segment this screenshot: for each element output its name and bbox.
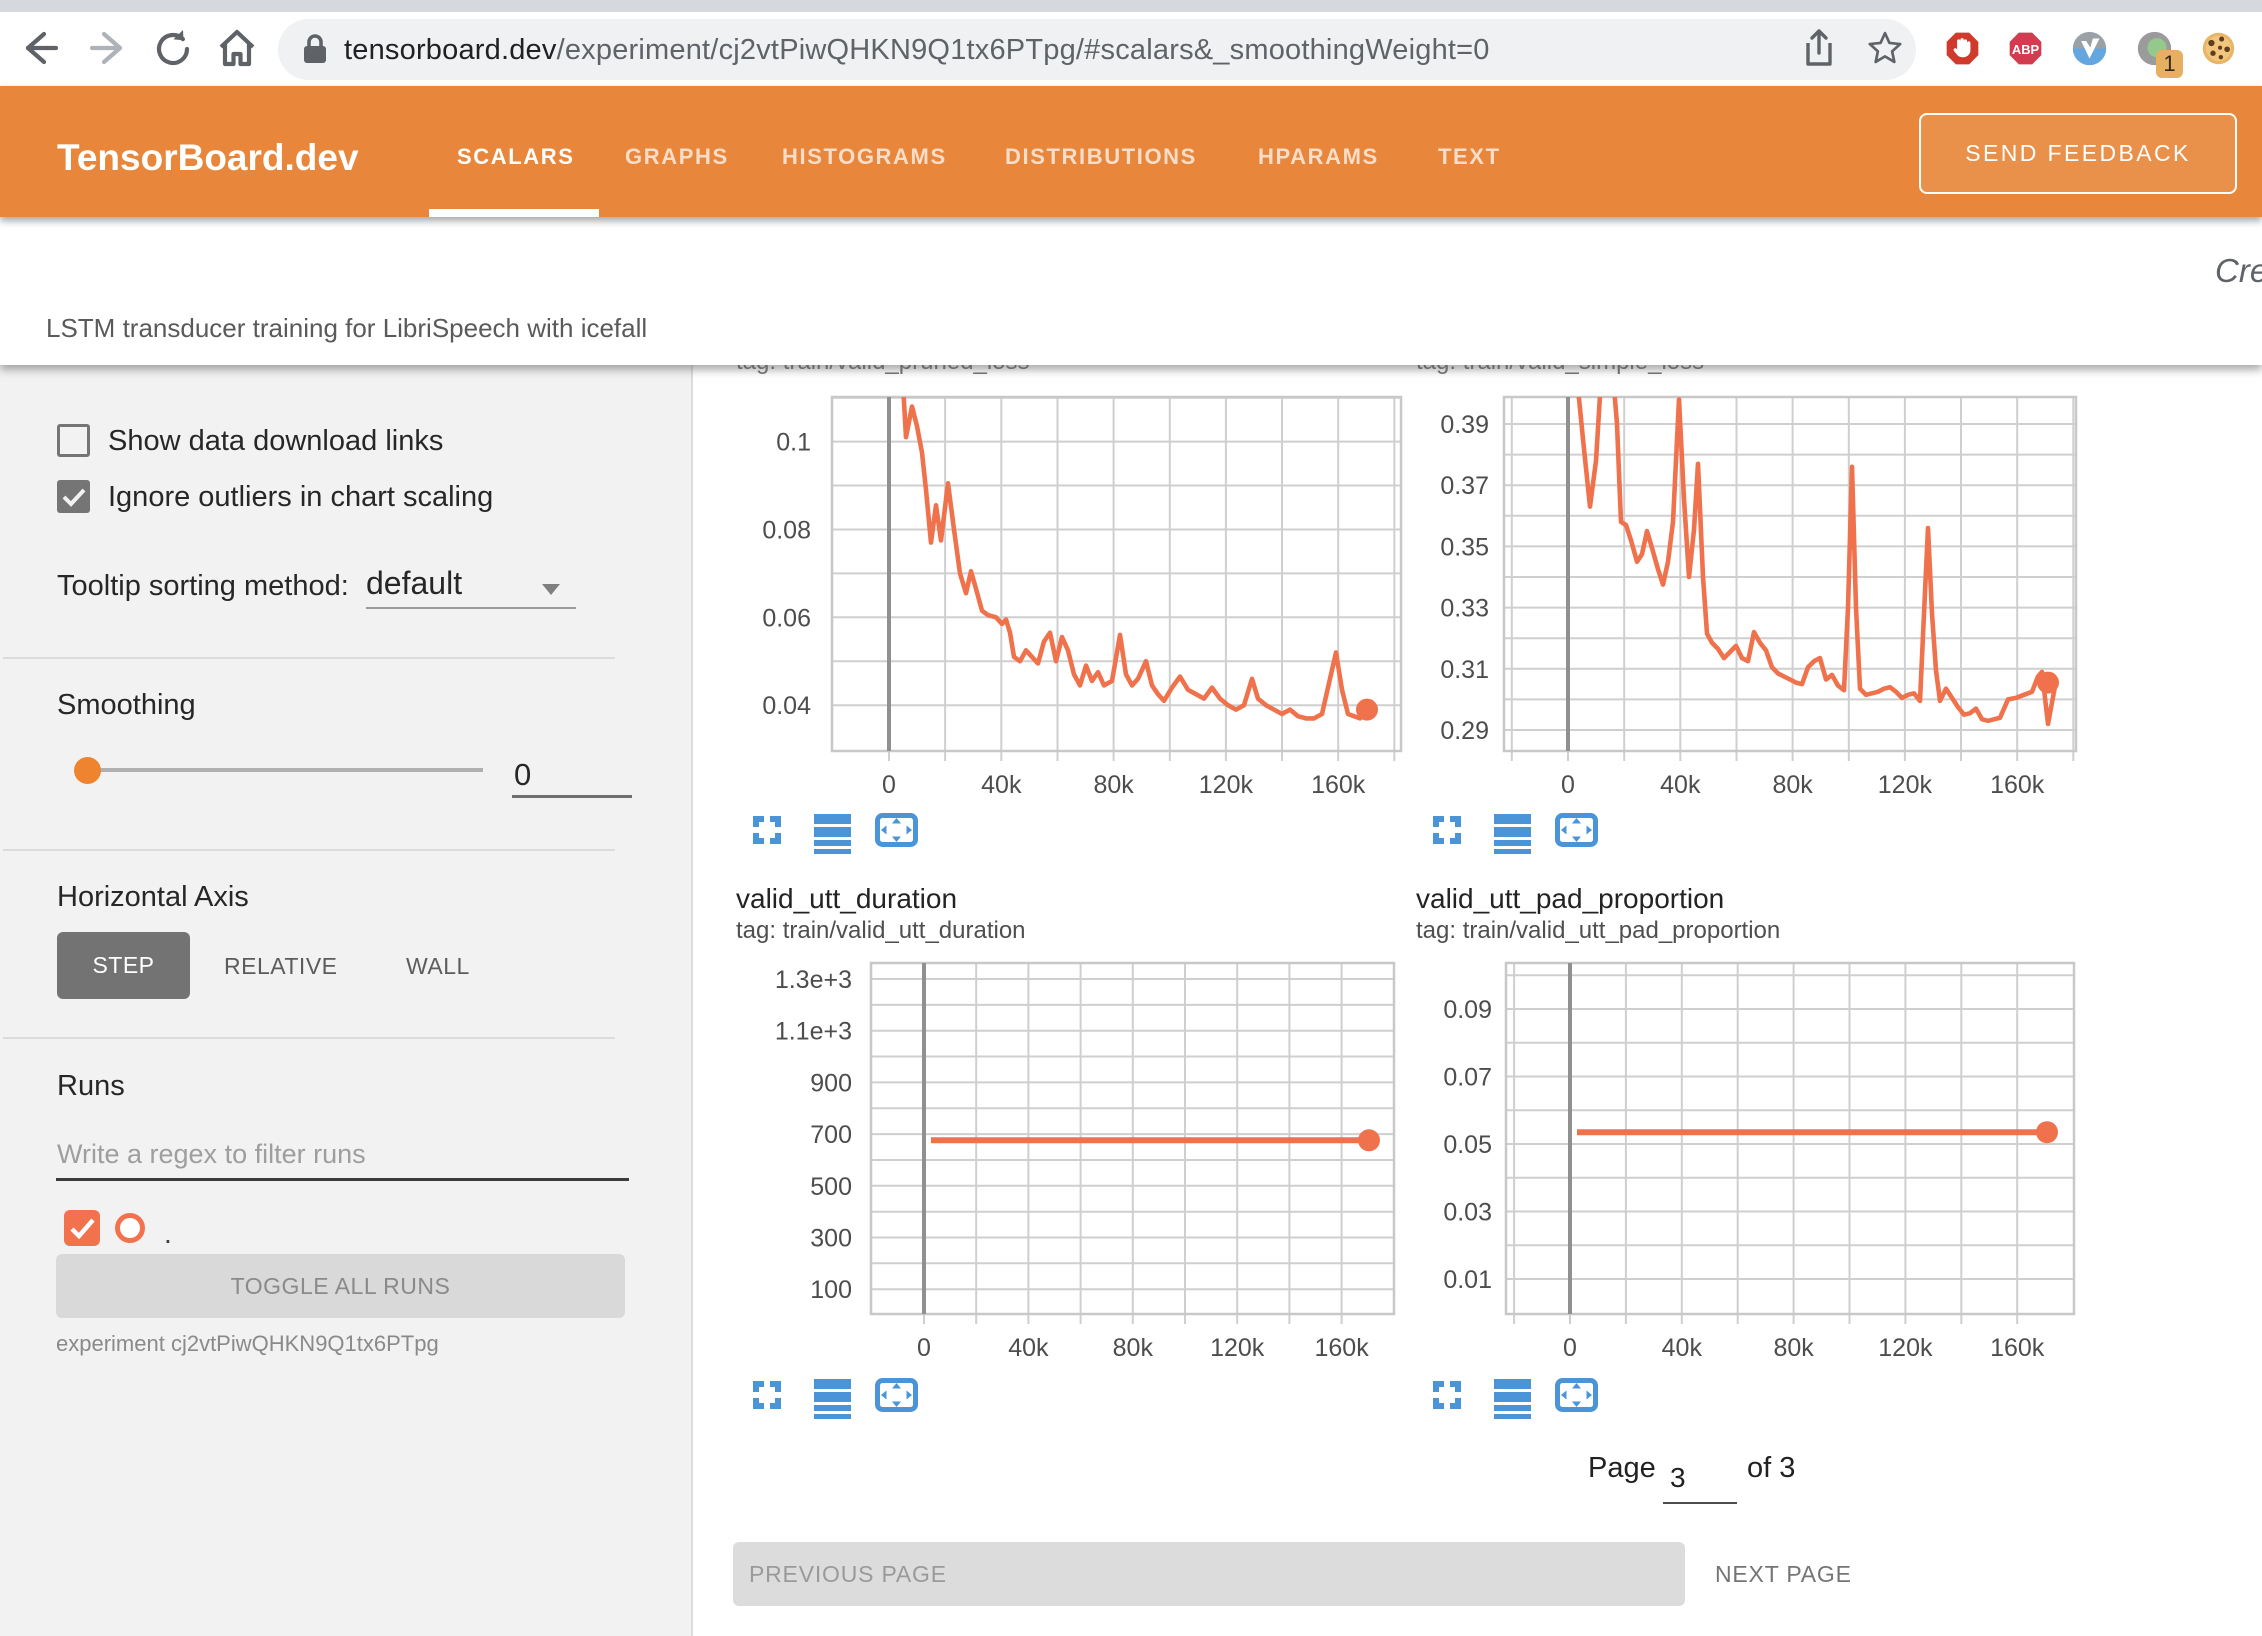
- svg-text:160k: 160k: [1311, 771, 1366, 799]
- svg-text:80k: 80k: [1772, 771, 1813, 799]
- svg-text:40k: 40k: [1008, 1334, 1049, 1362]
- svg-text:0.39: 0.39: [1440, 411, 1489, 439]
- svg-text:0.29: 0.29: [1440, 717, 1489, 745]
- svg-text:0.03: 0.03: [1443, 1199, 1492, 1227]
- svg-text:40k: 40k: [1660, 771, 1701, 799]
- svg-text:tag: train/valid_utt_duration: tag: train/valid_utt_duration: [736, 917, 1026, 944]
- svg-text:120k: 120k: [1199, 771, 1254, 799]
- svg-text:120k: 120k: [1878, 771, 1933, 799]
- svg-text:160k: 160k: [1990, 771, 2045, 799]
- svg-text:tag: train/valid_utt_pad_propo: tag: train/valid_utt_pad_proportion: [1416, 917, 1780, 944]
- svg-text:500: 500: [810, 1173, 852, 1201]
- svg-text:0: 0: [1563, 1334, 1577, 1362]
- svg-text:valid_utt_duration: valid_utt_duration: [736, 883, 957, 914]
- svg-text:ABP: ABP: [2012, 42, 2040, 57]
- svg-text:700: 700: [810, 1121, 852, 1149]
- svg-text:0: 0: [917, 1334, 931, 1362]
- svg-text:0.06: 0.06: [762, 604, 811, 632]
- svg-text:80k: 80k: [1773, 1334, 1814, 1362]
- svg-text:160k: 160k: [1314, 1334, 1369, 1362]
- svg-text:0.07: 0.07: [1443, 1064, 1492, 1092]
- svg-text:0.37: 0.37: [1440, 472, 1489, 500]
- svg-text:0: 0: [1561, 771, 1575, 799]
- svg-text:0: 0: [882, 771, 896, 799]
- svg-text:120k: 120k: [1210, 1334, 1265, 1362]
- svg-text:0.08: 0.08: [762, 517, 811, 545]
- svg-text:100: 100: [810, 1276, 852, 1304]
- svg-text:120k: 120k: [1878, 1334, 1933, 1362]
- svg-text:0.09: 0.09: [1443, 996, 1492, 1024]
- svg-text:0.31: 0.31: [1440, 656, 1489, 684]
- svg-text:80k: 80k: [1093, 771, 1134, 799]
- svg-text:1.3e+3: 1.3e+3: [775, 966, 852, 994]
- svg-text:0.1: 0.1: [776, 429, 811, 457]
- svg-text:80k: 80k: [1113, 1334, 1154, 1362]
- svg-text:40k: 40k: [1662, 1334, 1703, 1362]
- svg-text:40k: 40k: [981, 771, 1022, 799]
- svg-text:0.01: 0.01: [1443, 1266, 1492, 1294]
- svg-text:300: 300: [810, 1225, 852, 1253]
- svg-text:0.05: 0.05: [1443, 1131, 1492, 1159]
- svg-text:160k: 160k: [1990, 1334, 2045, 1362]
- svg-text:0.33: 0.33: [1440, 595, 1489, 623]
- svg-text:valid_utt_pad_proportion: valid_utt_pad_proportion: [1416, 883, 1724, 914]
- svg-text:0.35: 0.35: [1440, 533, 1489, 561]
- svg-text:900: 900: [810, 1069, 852, 1097]
- svg-text:0.04: 0.04: [762, 692, 811, 720]
- svg-text:1.1e+3: 1.1e+3: [775, 1018, 852, 1046]
